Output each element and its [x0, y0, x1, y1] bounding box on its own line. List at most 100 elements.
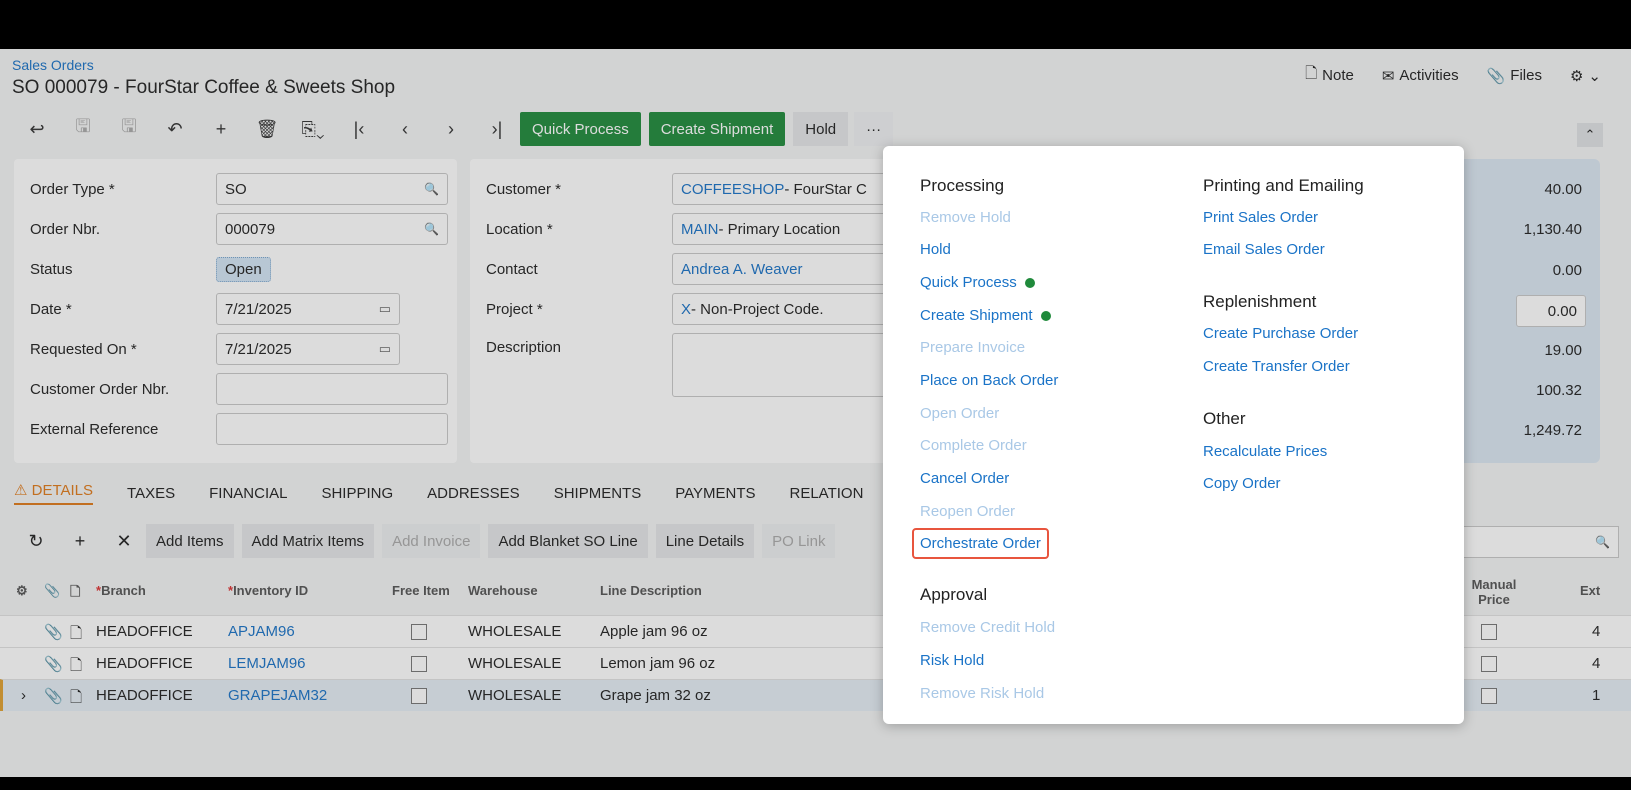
previous-icon[interactable]: ‹: [382, 113, 428, 145]
add-matrix-items-button[interactable]: Add Matrix Items: [241, 524, 375, 558]
date-field[interactable]: 7/21/2025 ▭: [216, 293, 400, 325]
tab-shipments[interactable]: SHIPMENTS: [554, 485, 642, 502]
breadcrumb[interactable]: Sales Orders: [12, 57, 94, 73]
last-record-icon[interactable]: ›|: [474, 113, 520, 145]
search-icon[interactable]: 🔍: [424, 182, 439, 196]
column-free-item[interactable]: Free Item: [392, 583, 450, 598]
attachment-icon[interactable]: 📎: [44, 655, 63, 673]
next-icon[interactable]: ›: [428, 113, 474, 145]
activities-button[interactable]: ✉ Activities: [1382, 67, 1459, 85]
summary-input[interactable]: 0.00: [1516, 295, 1586, 327]
tab-taxes[interactable]: TAXES: [127, 485, 175, 502]
refresh-icon[interactable]: ↻: [14, 531, 58, 552]
attachment-icon[interactable]: 📎: [44, 623, 63, 641]
menu-item-recalculate-prices[interactable]: Recalculate Prices: [1203, 443, 1327, 460]
tab-addresses[interactable]: ADDRESSES: [427, 485, 520, 502]
delete-icon[interactable]: 🗑: [244, 113, 290, 145]
note-icon[interactable]: 🗋: [70, 655, 82, 680]
customer-order-nbr-field[interactable]: [216, 373, 448, 405]
menu-item-email-sales-order[interactable]: Email Sales Order: [1203, 241, 1325, 258]
add-row-icon[interactable]: +: [58, 531, 102, 552]
hold-button[interactable]: Hold: [793, 112, 849, 146]
description-field[interactable]: [672, 333, 912, 397]
menu-item-remove-credit-hold[interactable]: Remove Credit Hold: [920, 619, 1055, 636]
copy-paste-icon[interactable]: ⎘⌄: [290, 113, 336, 145]
customer-field[interactable]: COFFEESHOP - FourStar C: [672, 173, 912, 205]
column-settings-icon[interactable]: ⚙: [16, 583, 28, 599]
attachment-icon[interactable]: 📎: [44, 687, 63, 705]
note-button[interactable]: 🗋 Note: [1305, 63, 1354, 88]
calendar-icon[interactable]: ▭: [379, 341, 391, 357]
manual-price-checkbox[interactable]: [1481, 624, 1497, 640]
back-icon[interactable]: ↩: [14, 113, 60, 145]
order-nbr-field[interactable]: 000079 🔍: [216, 213, 448, 245]
add-icon[interactable]: +: [198, 113, 244, 145]
column-inventory-id[interactable]: *Inventory ID: [228, 583, 308, 598]
line-details-button[interactable]: Line Details: [655, 524, 755, 558]
column-warehouse[interactable]: Warehouse: [468, 583, 538, 598]
more-actions-button[interactable]: ···: [854, 112, 894, 146]
main-toolbar: ↩ 🖫 🖫 ↶ + 🗑 ⎘⌄ |‹ ‹ › ›| Quick Process C…: [14, 112, 899, 146]
menu-heading-other: Other: [1203, 409, 1246, 428]
column-manual-price[interactable]: Manual Price: [1464, 577, 1524, 607]
save-icon[interactable]: 🖫: [106, 113, 152, 145]
first-record-icon[interactable]: |‹: [336, 113, 382, 145]
menu-item-cancel-order[interactable]: Cancel Order: [920, 470, 1009, 487]
menu-item-orchestrate-order[interactable]: Orchestrate Order: [912, 528, 1049, 559]
menu-item-create-transfer-order[interactable]: Create Transfer Order: [1203, 358, 1350, 375]
note-icon: 🗋: [1305, 65, 1318, 82]
external-reference-field[interactable]: [216, 413, 448, 445]
menu-item-remove-risk-hold[interactable]: Remove Risk Hold: [920, 685, 1044, 702]
create-shipment-button[interactable]: Create Shipment: [648, 112, 786, 146]
free-item-checkbox[interactable]: [411, 656, 427, 672]
manual-price-checkbox[interactable]: [1481, 656, 1497, 672]
settings-button[interactable]: ⚙ ⌄: [1570, 67, 1601, 85]
add-blanket-so-line-button[interactable]: Add Blanket SO Line: [488, 524, 648, 558]
collapse-icon[interactable]: ⌃: [1577, 123, 1603, 147]
contact-field[interactable]: Andrea A. Weaver: [672, 253, 912, 285]
order-type-field[interactable]: SO 🔍: [216, 173, 448, 205]
requested-on-field[interactable]: 7/21/2025 ▭: [216, 333, 400, 365]
search-icon[interactable]: 🔍: [424, 222, 439, 236]
note-icon[interactable]: 🗋: [70, 687, 82, 712]
delete-row-icon[interactable]: ✕: [102, 531, 146, 552]
files-button[interactable]: 📎 Files: [1487, 67, 1542, 85]
menu-item-create-purchase-order[interactable]: Create Purchase Order: [1203, 325, 1358, 342]
save-close-icon[interactable]: 🖫: [60, 113, 106, 145]
calendar-icon[interactable]: ▭: [379, 301, 391, 317]
free-item-checkbox[interactable]: [411, 624, 427, 640]
menu-item-print-sales-order[interactable]: Print Sales Order: [1203, 209, 1318, 226]
tab-details[interactable]: ⚠ DETAILS: [14, 481, 94, 505]
po-link-button[interactable]: PO Link: [762, 524, 836, 558]
undo-icon[interactable]: ↶: [152, 113, 198, 145]
status-dot-icon: [1024, 277, 1035, 288]
menu-item-prepare-invoice[interactable]: Prepare Invoice: [920, 339, 1025, 356]
menu-item-place-on-back-order[interactable]: Place on Back Order: [920, 372, 1058, 389]
add-items-button[interactable]: Add Items: [146, 524, 234, 558]
menu-item-reopen-order[interactable]: Reopen Order: [920, 503, 1015, 520]
tab-relations[interactable]: RELATION: [790, 485, 864, 502]
column-branch[interactable]: *Branch: [96, 583, 146, 598]
location-field[interactable]: MAIN - Primary Location: [672, 213, 912, 245]
menu-item-quick-process[interactable]: Quick Process: [920, 274, 1035, 291]
chevron-right-icon[interactable]: ›: [21, 687, 26, 704]
tab-shipping[interactable]: SHIPPING: [321, 485, 393, 502]
manual-price-checkbox[interactable]: [1481, 688, 1497, 704]
menu-item-risk-hold[interactable]: Risk Hold: [920, 652, 984, 669]
quick-process-button[interactable]: Quick Process: [520, 112, 641, 146]
location-row: Location * MAIN - Primary Location: [486, 213, 912, 245]
project-field[interactable]: X - Non-Project Code.: [672, 293, 912, 325]
menu-item-remove-hold[interactable]: Remove Hold: [920, 209, 1011, 226]
menu-item-create-shipment[interactable]: Create Shipment: [920, 307, 1051, 324]
menu-item-complete-order[interactable]: Complete Order: [920, 437, 1027, 454]
note-icon[interactable]: 🗋: [70, 623, 82, 648]
tab-payments[interactable]: PAYMENTS: [675, 485, 755, 502]
menu-item-open-order[interactable]: Open Order: [920, 405, 999, 422]
menu-item-hold[interactable]: Hold: [920, 241, 951, 258]
free-item-checkbox[interactable]: [411, 688, 427, 704]
column-line-description[interactable]: Line Description: [600, 583, 702, 598]
menu-item-copy-order[interactable]: Copy Order: [1203, 475, 1281, 492]
tab-financial[interactable]: FINANCIAL: [209, 485, 287, 502]
column-ext[interactable]: Ext: [1580, 583, 1600, 598]
add-invoice-button[interactable]: Add Invoice: [382, 524, 481, 558]
